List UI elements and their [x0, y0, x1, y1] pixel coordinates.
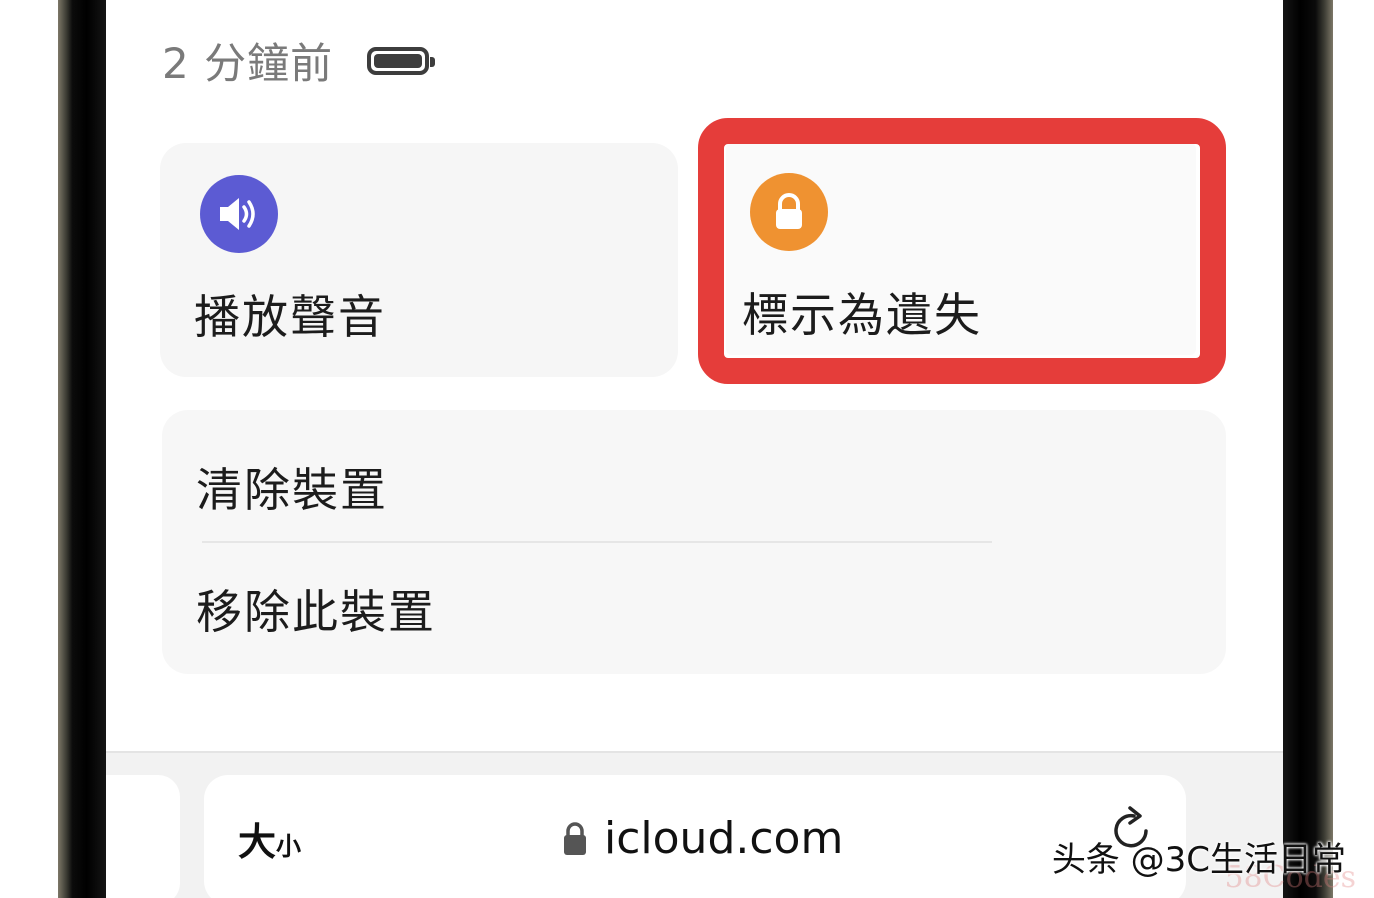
device-options-list: 清除裝置 移除此裝置: [162, 410, 1226, 674]
text-size-small-label: 小: [276, 832, 302, 861]
last-seen-time: 2 分鐘前: [162, 39, 334, 88]
address-bar[interactable]: 大小 icloud.com: [204, 775, 1186, 898]
previous-tab[interactable]: [106, 775, 180, 898]
highlight-box: [698, 118, 1226, 384]
secure-lock-icon: [564, 821, 586, 855]
battery-tip: [430, 56, 436, 67]
play-sound-label: 播放聲音: [194, 290, 386, 344]
device-status: 2 分鐘前: [162, 30, 436, 91]
screen: 2 分鐘前 播放聲音 標示為遺失 清除裝置 移除此裝置 大小 icloud.co…: [106, 0, 1283, 898]
remove-device-button[interactable]: 移除此裝置: [196, 576, 436, 642]
phone-screenshot: 2 分鐘前 播放聲音 標示為遺失 清除裝置 移除此裝置 大小 icloud.co…: [0, 0, 1374, 898]
play-sound-button[interactable]: 播放聲音: [160, 143, 678, 377]
erase-device-button[interactable]: 清除裝置: [196, 454, 388, 520]
url-text: icloud.com: [604, 813, 844, 864]
battery-full-icon: [367, 46, 436, 75]
watermark: 头条 @3C生活日常: [1051, 840, 1346, 880]
speaker-icon: [200, 175, 278, 253]
battery-fill: [374, 53, 423, 68]
phone-frame-right: [1283, 0, 1333, 898]
list-divider: [202, 541, 992, 543]
url-display[interactable]: icloud.com: [562, 813, 843, 864]
text-size-large-label: 大: [238, 820, 277, 864]
text-size-button[interactable]: 大小: [238, 811, 301, 866]
phone-frame-left: [58, 0, 106, 898]
